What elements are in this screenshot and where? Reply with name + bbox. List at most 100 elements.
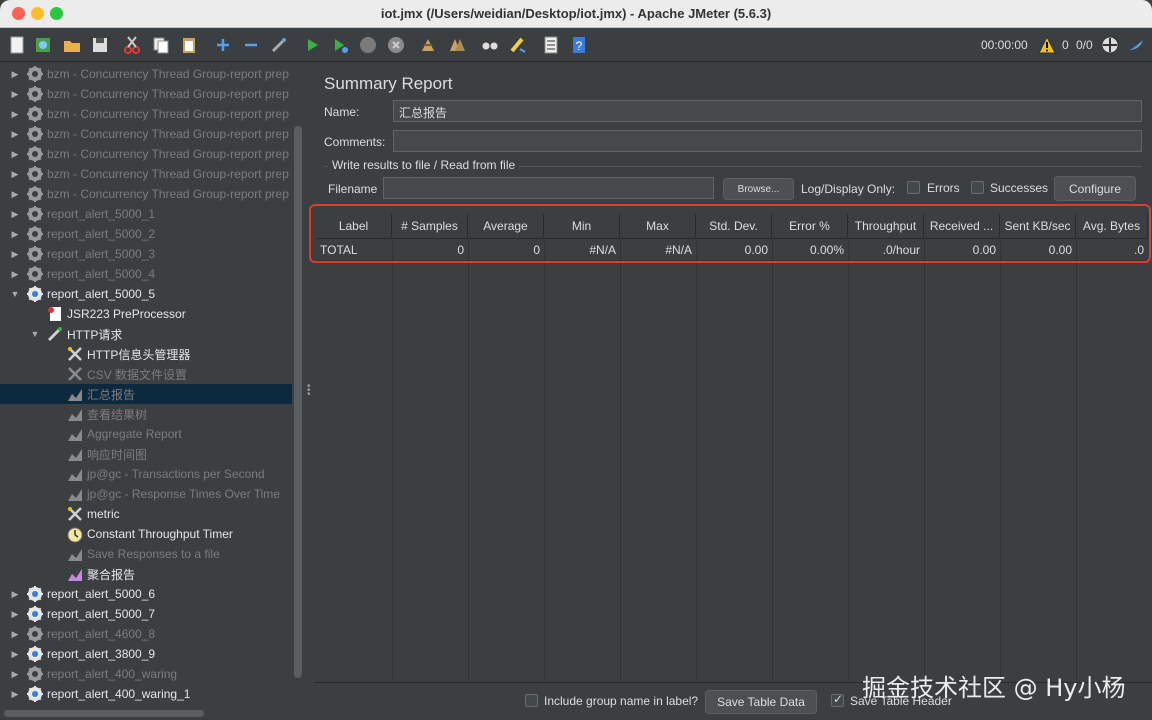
include-group-name-checkbox[interactable] <box>525 694 538 707</box>
table-cell[interactable]: 0.00 <box>696 240 772 260</box>
table-header-cell[interactable]: Received ... <box>924 214 1000 238</box>
tree-item[interactable]: CSV 数据文件设置 <box>0 364 292 384</box>
clear-icon[interactable] <box>417 34 439 56</box>
toggle-icon[interactable] <box>268 34 290 56</box>
collapse-arrow-icon[interactable]: ▼ <box>10 289 20 299</box>
new-icon[interactable] <box>6 34 28 56</box>
expand-arrow-icon[interactable]: ▶ <box>10 609 20 619</box>
expand-arrow-icon[interactable]: ▶ <box>10 149 20 159</box>
tree-item[interactable]: ▶ bzm - Concurrency Thread Group-report p… <box>0 84 292 104</box>
table-header-cell[interactable]: Max <box>620 214 696 238</box>
successes-checkbox[interactable] <box>971 181 984 194</box>
expand-arrow-icon[interactable]: ▶ <box>10 189 20 199</box>
summary-table[interactable]: Label # Samples Average Min Max Std. Dev. Erro… <box>316 212 1148 682</box>
table-header-cell[interactable]: Min <box>544 214 620 238</box>
tree-item[interactable]: ▶ bzm - Concurrency Thread Group-report p… <box>0 184 292 204</box>
table-header-cell[interactable]: Sent KB/sec <box>1000 214 1076 238</box>
tree-item[interactable]: ▶ report_alert_4600_8 <box>0 624 292 644</box>
errors-checkbox[interactable] <box>907 181 920 194</box>
table-cell[interactable]: .0 <box>1076 240 1148 260</box>
expand-arrow-icon[interactable]: ▶ <box>10 249 20 259</box>
start-icon[interactable] <box>301 34 323 56</box>
tree-horizontal-scrollbar[interactable] <box>4 710 204 717</box>
tree-item[interactable]: ▶ report_alert_400_waring_1 <box>0 684 292 704</box>
tree-item[interactable]: ▶ bzm - Concurrency Thread Group-report p… <box>0 164 292 184</box>
cut-icon[interactable] <box>121 34 143 56</box>
tree-item[interactable]: ▶ report_alert_5000_4 <box>0 264 292 284</box>
tree-item[interactable]: 聚合报告 <box>0 564 292 584</box>
expand-arrow-icon[interactable]: ▶ <box>10 649 20 659</box>
expand-arrow-icon[interactable]: ▶ <box>10 669 20 679</box>
expand-arrow-icon[interactable]: ▶ <box>10 69 20 79</box>
table-header-cell[interactable]: Average <box>468 214 544 238</box>
templates-icon[interactable] <box>32 34 54 56</box>
tree-item[interactable]: 查看结果树 <box>0 404 292 424</box>
expand-arrow-icon[interactable]: ▶ <box>10 89 20 99</box>
tree-item[interactable]: ▶ bzm - Concurrency Thread Group-report p… <box>0 144 292 164</box>
table-cell[interactable]: #N/A <box>620 240 696 260</box>
tree-item[interactable]: ▶ report_alert_5000_2 <box>0 224 292 244</box>
tree-item[interactable]: 汇总报告 <box>0 384 292 404</box>
configure-button[interactable]: Configure <box>1054 176 1136 201</box>
expand-arrow-icon[interactable]: ▶ <box>10 109 20 119</box>
tree-item[interactable]: Save Responses to a file <box>0 544 292 564</box>
tree-item[interactable]: ▶ bzm - Concurrency Thread Group-report p… <box>0 64 292 84</box>
table-cell[interactable]: TOTAL <box>316 240 392 260</box>
tree-item[interactable]: ▼ report_alert_5000_5 <box>0 284 292 304</box>
table-cell[interactable]: .0/hour <box>848 240 924 260</box>
shutdown-icon[interactable] <box>385 34 407 56</box>
expand-arrow-icon[interactable]: ▶ <box>10 269 20 279</box>
copy-icon[interactable] <box>150 34 172 56</box>
table-cell[interactable]: 0.00 <box>924 240 1000 260</box>
help-icon[interactable]: ? <box>568 34 590 56</box>
tree-item[interactable]: ▼ HTTP请求 <box>0 324 292 344</box>
tree-item[interactable]: HTTP信息头管理器 <box>0 344 292 364</box>
save-table-data-button[interactable]: Save Table Data <box>705 690 817 714</box>
table-cell[interactable]: 0 <box>468 240 544 260</box>
reset-search-icon[interactable] <box>507 34 529 56</box>
start-no-pauses-icon[interactable] <box>329 34 351 56</box>
search-icon[interactable] <box>479 34 501 56</box>
save-table-header-checkbox[interactable] <box>831 692 844 707</box>
filename-input[interactable] <box>383 177 714 199</box>
tree-item[interactable]: ▶ bzm - Concurrency Thread Group-report p… <box>0 104 292 124</box>
table-header-cell[interactable]: Std. Dev. <box>696 214 772 238</box>
table-cell[interactable]: 0.00 <box>1000 240 1076 260</box>
table-cell[interactable]: #N/A <box>544 240 620 260</box>
tree-item[interactable]: ▶ report_alert_5000_6 <box>0 584 292 604</box>
tree-item[interactable]: Aggregate Report <box>0 424 292 444</box>
table-cell[interactable]: 0 <box>392 240 468 260</box>
tree-item[interactable]: JSR223 PreProcessor <box>0 304 292 324</box>
expand-arrow-icon[interactable]: ▶ <box>10 209 20 219</box>
tree-item[interactable]: ▶ report_alert_3800_9 <box>0 644 292 664</box>
expand-arrow-icon[interactable]: ▶ <box>10 589 20 599</box>
expand-arrow-icon[interactable]: ▶ <box>10 629 20 639</box>
save-icon[interactable] <box>89 34 111 56</box>
tree-vertical-scrollbar[interactable] <box>294 126 302 678</box>
browse-button[interactable]: Browse... <box>723 178 794 200</box>
collapse-icon[interactable] <box>240 34 262 56</box>
tree-item[interactable]: jp@gc - Response Times Over Time <box>0 484 292 504</box>
warning-icon[interactable] <box>1036 34 1058 56</box>
tree-item[interactable]: jp@gc - Transactions per Second <box>0 464 292 484</box>
test-plan-tree[interactable]: ▶ bzm - Concurrency Thread Group-report p… <box>0 62 304 708</box>
table-cell[interactable]: 0.00% <box>772 240 848 260</box>
expand-arrow-icon[interactable]: ▶ <box>10 229 20 239</box>
tree-item[interactable]: metric <box>0 504 292 524</box>
remote-icon[interactable] <box>1099 34 1121 56</box>
table-header-cell[interactable]: Throughput <box>848 214 924 238</box>
collapse-arrow-icon[interactable]: ▼ <box>30 329 40 339</box>
expand-arrow-icon[interactable]: ▶ <box>10 169 20 179</box>
stop-icon[interactable] <box>357 34 379 56</box>
tree-item[interactable]: ▶ bzm - Concurrency Thread Group-report p… <box>0 124 292 144</box>
table-header-cell[interactable]: Label <box>316 214 392 238</box>
table-header-cell[interactable]: Avg. Bytes <box>1076 214 1148 238</box>
comments-input[interactable] <box>393 130 1142 152</box>
paste-icon[interactable] <box>178 34 200 56</box>
expand-arrow-icon[interactable]: ▶ <box>10 129 20 139</box>
tree-item[interactable]: 响应时间图 <box>0 444 292 464</box>
expand-arrow-icon[interactable]: ▶ <box>10 689 20 699</box>
open-icon[interactable] <box>61 34 83 56</box>
table-header-cell[interactable]: # Samples <box>392 214 468 238</box>
expand-icon[interactable] <box>212 34 234 56</box>
